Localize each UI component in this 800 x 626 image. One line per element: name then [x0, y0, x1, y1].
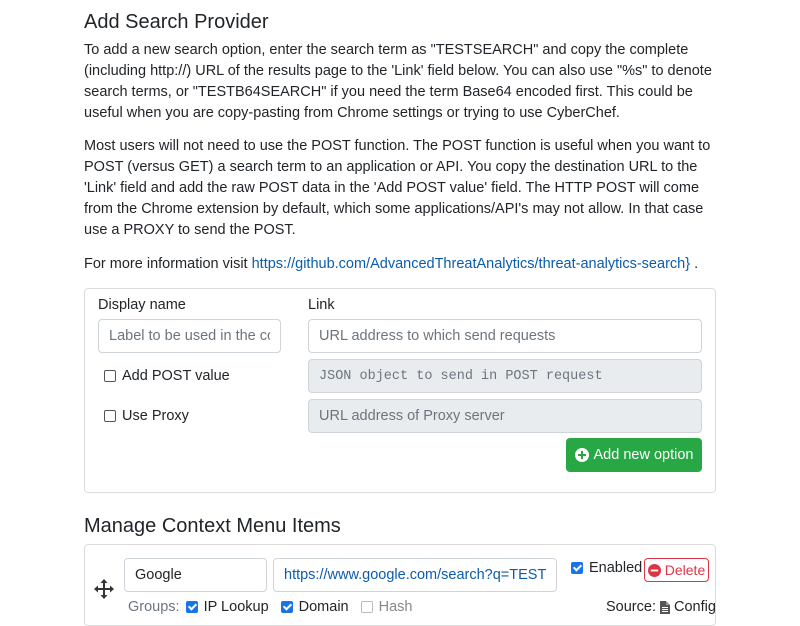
- manage-section-title: Manage Context Menu Items: [84, 515, 341, 537]
- add-new-option-label: Add new option: [593, 447, 694, 463]
- add-post-checkbox-box[interactable]: [104, 370, 116, 382]
- group-domain-box[interactable]: [280, 601, 293, 613]
- group-ip-lookup-box[interactable]: [185, 601, 198, 613]
- use-proxy-checkbox[interactable]: Use Proxy: [104, 408, 189, 424]
- group-hash-checkbox[interactable]: Hash: [360, 599, 413, 615]
- source-row: Source: Config: [606, 599, 716, 615]
- proxy-input[interactable]: [308, 399, 702, 433]
- minus-circle-icon: [647, 563, 661, 577]
- file-icon: [659, 600, 670, 614]
- groups-row: Groups: IP Lookup Domain Hash: [128, 599, 412, 615]
- use-proxy-checkbox-label: Use Proxy: [122, 408, 189, 424]
- add-section-description-1: To add a new search option, enter the se…: [84, 42, 712, 121]
- group-domain-label: Domain: [298, 599, 349, 615]
- group-domain-checkbox[interactable]: Domain: [280, 599, 349, 615]
- link-label: Link: [308, 297, 335, 313]
- more-info-line: For more information visit https://githu…: [84, 254, 716, 275]
- display-name-label: Display name: [98, 297, 186, 313]
- group-hash-box[interactable]: [360, 601, 373, 613]
- source-label: Source:: [606, 599, 656, 615]
- more-info-suffix: .: [694, 256, 699, 272]
- menu-item-name-input[interactable]: [124, 558, 267, 592]
- add-new-option-button[interactable]: Add new option: [566, 438, 702, 472]
- add-section-description-2: Most users will not need to use the POST…: [84, 138, 711, 238]
- add-post-checkbox[interactable]: Add POST value: [104, 368, 230, 384]
- more-info-prefix: For more information visit: [84, 256, 248, 272]
- group-hash-label: Hash: [378, 599, 413, 615]
- github-link[interactable]: https://github.com/AdvancedThreatAnalyti…: [252, 256, 690, 272]
- add-section-title: Add Search Provider: [84, 11, 269, 33]
- source-value: Config: [673, 599, 716, 615]
- link-input[interactable]: [308, 319, 702, 353]
- group-ip-lookup-label: IP Lookup: [203, 599, 269, 615]
- menu-item-url-input[interactable]: [273, 558, 557, 592]
- delete-button[interactable]: Delete: [644, 558, 709, 582]
- groups-label: Groups:: [128, 599, 180, 615]
- post-value-input[interactable]: [308, 359, 702, 393]
- add-post-checkbox-label: Add POST value: [122, 368, 230, 384]
- enabled-checkbox-label: Enabled: [589, 560, 643, 576]
- plus-circle-icon: [574, 448, 589, 462]
- group-ip-lookup-checkbox[interactable]: IP Lookup: [185, 599, 269, 615]
- move-handle-icon[interactable]: [94, 579, 114, 599]
- delete-label: Delete: [664, 562, 706, 578]
- use-proxy-checkbox-box[interactable]: [104, 410, 116, 422]
- enabled-checkbox[interactable]: Enabled: [571, 560, 642, 576]
- display-name-input[interactable]: [98, 319, 281, 353]
- enabled-checkbox-box[interactable]: [571, 562, 583, 574]
